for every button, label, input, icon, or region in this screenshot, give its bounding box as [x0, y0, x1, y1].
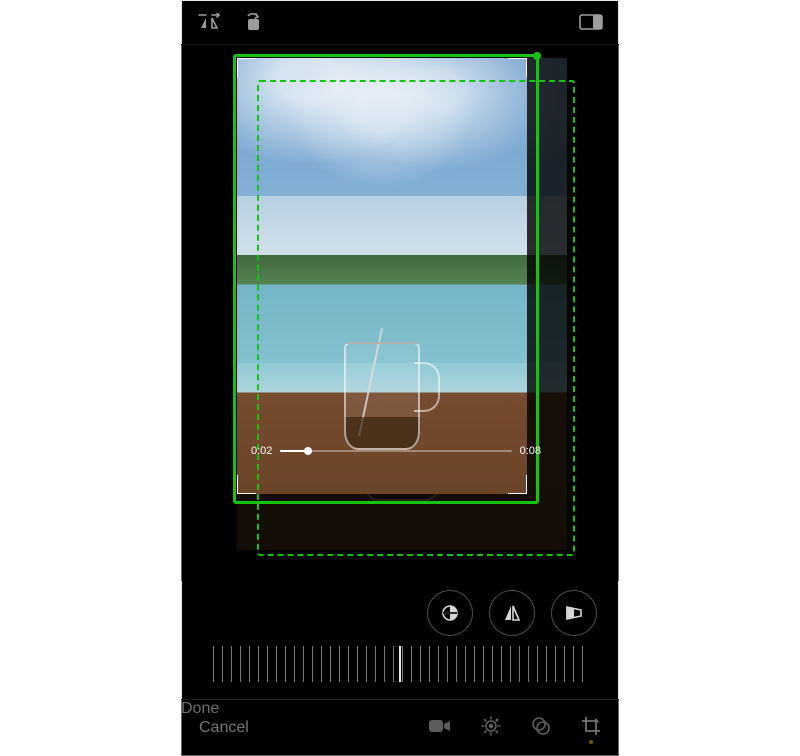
flip-tools-row	[427, 590, 597, 636]
editor-tabs	[429, 716, 601, 741]
video-crop-editor: 0:02 0:08	[181, 0, 619, 756]
perspective-button[interactable]	[551, 590, 597, 636]
flip-vertical-button[interactable]	[427, 590, 473, 636]
crop-handle-br[interactable]	[508, 475, 527, 494]
crop-window[interactable]	[237, 58, 527, 494]
aspect-ratio-icon[interactable]	[577, 8, 605, 36]
flip-horizontal-button[interactable]	[489, 590, 535, 636]
straighten-dial[interactable]	[213, 646, 587, 682]
tab-video[interactable]	[429, 718, 451, 739]
top-toolbar	[181, 0, 619, 45]
rotate-icon[interactable]	[239, 8, 267, 36]
flip-horizontal-icon[interactable]	[195, 8, 223, 36]
crop-handle-bl[interactable]	[237, 475, 256, 494]
crop-handle-tr[interactable]	[508, 58, 527, 77]
tab-adjust[interactable]	[481, 716, 501, 741]
dial-center-tick	[399, 646, 401, 682]
cancel-button[interactable]: Cancel	[199, 719, 249, 737]
crop-canvas[interactable]: 0:02 0:08	[181, 44, 619, 581]
bottom-toolbar: Cancel	[181, 699, 619, 756]
crop-handle-tl[interactable]	[237, 58, 256, 77]
tab-filters[interactable]	[531, 716, 551, 741]
tab-crop[interactable]	[581, 716, 601, 741]
